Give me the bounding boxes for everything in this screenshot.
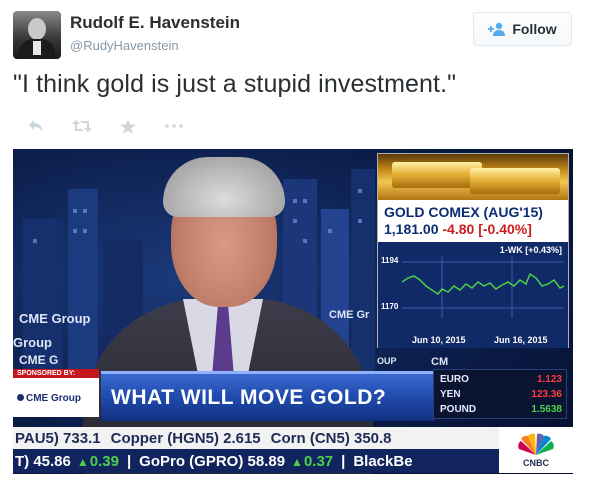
currency-value: 1.5638 [531,404,562,415]
more-dots-icon [165,124,183,128]
star-icon [120,118,136,134]
retweet-button[interactable] [59,116,105,136]
stock-ticker: T) 45.86 0.39 | GoPro (GPRO) 58.89 0.37 … [13,449,499,473]
currency-label: YEN [440,389,461,400]
peacock-icon [518,433,554,455]
avatar-face [28,18,46,40]
cme-background-logo: Group [13,335,52,350]
ticker-item: Copper (HGN5) 2.615 [110,429,261,447]
gold-price: 1,181.00 [384,221,439,237]
cme-background-logo: CM [431,356,449,368]
headline-bar: WHAT WILL MOVE GOLD? [101,371,435,421]
follow-button[interactable]: Follow [473,12,572,46]
commodity-ticker: PAU5) 733.1 Copper (HGN5) 2.615 Corn (CN… [13,427,499,449]
sponsor-box: SPONSORED BY: CME Group [13,369,99,417]
screen-name[interactable]: @RudyHavenstein [70,38,179,53]
ticker-item: Corn (CN5) 350.8 [270,429,392,447]
favorite-button[interactable] [105,116,151,136]
cme-background-logo: CME Gr [329,309,370,321]
currency-label: EURO [440,374,469,385]
anchor-hair [163,157,285,217]
tweet-actions [13,116,197,136]
tweet-media-image[interactable]: CME Group Group CME G CME Gr CM OUP GOLD… [13,149,573,474]
reply-button[interactable] [13,116,59,136]
currency-value: 123.36 [531,389,562,400]
currency-row: YEN 123.36 [440,389,562,400]
tweet-text: "I think gold is just a stupid investmen… [13,70,457,98]
gold-chart-header: 1-WK [+0.43%] [499,245,562,255]
ticker-item: PAU5) 733.1 [15,429,101,447]
gold-panel-title: GOLD COMEX (AUG'15) [384,204,543,220]
avatar-collar [33,41,41,55]
reply-icon [28,119,44,133]
gold-week-chart: 1-WK [+0.43%] 1194 1170 Jun 10, 2015 Jun… [378,242,568,348]
currency-label: POUND [440,404,477,415]
gold-change: -4.80 [442,221,475,237]
cme-background-logo: OUP [377,356,397,366]
gold-chart-x-label: Jun 16, 2015 [494,335,548,345]
ticker-item: GoPro (GPRO) 58.89 [139,452,286,470]
ticker-change-up: 0.37 [291,453,333,470]
gold-chart-line [402,256,564,318]
user-avatar[interactable] [13,11,61,59]
gold-change-pct: [-0.40%] [478,221,532,237]
gold-chart-x-label: Jun 10, 2015 [412,335,466,345]
headline-text: WHAT WILL MOVE GOLD? [111,385,387,409]
ticker-item: BlackBe [353,452,413,470]
currency-row: POUND 1.5638 [440,404,562,415]
currency-row: EURO 1.123 [440,374,562,385]
sponsor-logo: CME Group [17,393,81,404]
cnbc-logo: CNBC [499,427,573,473]
gold-chart-y-label: 1194 [381,256,399,265]
sponsor-tag: SPONSORED BY: [13,369,99,378]
gold-chart-y-label: 1170 [381,302,399,311]
gold-quote-panel: GOLD COMEX (AUG'15) 1,181.00 -4.80 [-0.4… [377,153,569,348]
ticker-change-up: 0.39 [77,453,119,470]
cme-background-logo: CME G [19,353,59,367]
more-button[interactable] [151,116,197,136]
ticker-separator: | [341,452,346,470]
network-logo-text: CNBC [523,457,549,468]
follow-person-plus-icon [488,22,506,36]
ticker-item: T) 45.86 [15,452,71,470]
follow-button-label: Follow [512,21,557,37]
retweet-icon [72,119,92,133]
currency-box: EURO 1.123 YEN 123.36 POUND 1.5638 [433,369,567,419]
ticker-separator: | [126,452,132,470]
display-name[interactable]: Rudolf E. Havenstein [70,13,240,33]
currency-value: 1.123 [536,374,562,385]
gold-bars-image [378,154,568,200]
cme-background-logo: CME Group [19,311,91,326]
gold-quote-line: 1,181.00 -4.80 [-0.40%] [384,221,532,237]
